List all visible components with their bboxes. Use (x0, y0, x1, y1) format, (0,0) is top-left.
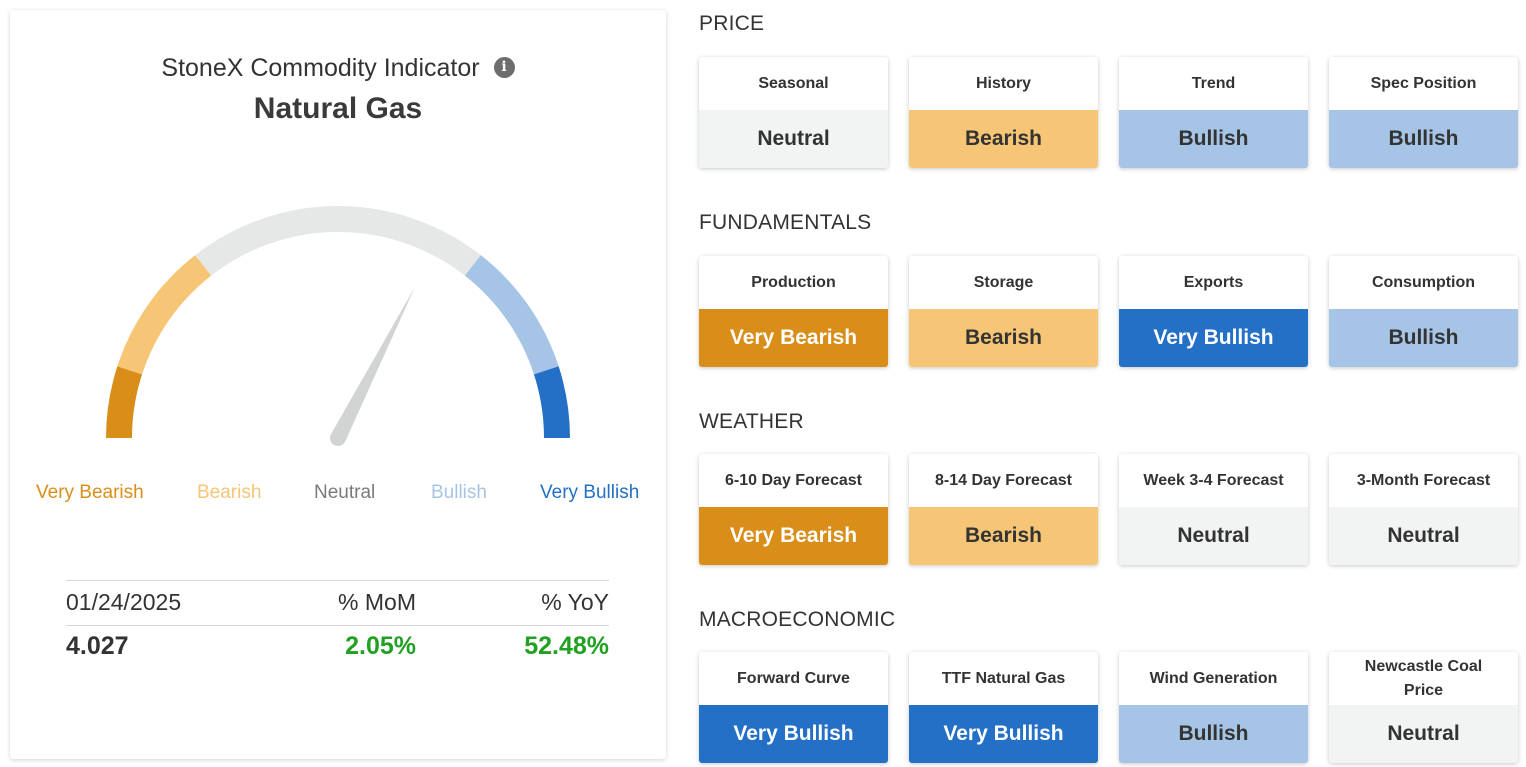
stats-mom-label: % MoM (338, 589, 416, 615)
tile-label: Spec Position (1370, 74, 1477, 92)
indicator-tile-spec-position[interactable]: Spec Position Bullish (1329, 57, 1518, 168)
legend-bearish: Bearish (197, 482, 262, 503)
tile-rating: Bullish (1329, 309, 1518, 367)
tile-label: Consumption (1371, 273, 1476, 291)
indicator-tile-trend[interactable]: Trend Bullish (1119, 57, 1308, 168)
section-title-fundamentals: FUNDAMENTALS (699, 211, 872, 234)
tile-rating: Bearish (909, 309, 1098, 367)
legend-neutral: Neutral (314, 482, 376, 503)
tile-rating: Bullish (1119, 705, 1308, 763)
legend-very-bullish: Very Bullish (540, 482, 640, 503)
stats-price: 4.027 (66, 632, 129, 660)
indicator-tile-newcastle-coal-price[interactable]: Newcastle Coal Price Neutral (1329, 652, 1518, 763)
tile-label: Storage (973, 273, 1034, 291)
section-title-macroeconomic: MACROECONOMIC (699, 608, 896, 631)
tile-label: Seasonal (758, 74, 829, 92)
stats-yoy-label: % YoY (541, 589, 609, 615)
stats-mom-value: 2.05% (345, 632, 416, 660)
gauge-needle (330, 286, 416, 442)
tile-label: Newcastle Coal Price (1364, 657, 1483, 699)
tile-rating: Bullish (1329, 110, 1518, 168)
tile-label: History (975, 74, 1032, 92)
tile-rating: Neutral (1119, 507, 1308, 565)
tile-rating: Bearish (909, 507, 1098, 565)
indicator-tile-seasonal[interactable]: Seasonal Neutral (699, 57, 888, 168)
tile-label: Production (751, 273, 836, 291)
legend-very-bearish: Very Bearish (36, 482, 144, 503)
indicator-tile-history[interactable]: History Bearish (909, 57, 1098, 168)
indicator-tile-ttf-natural-gas[interactable]: TTF Natural Gas Very Bullish (909, 652, 1098, 763)
tile-label: Wind Generation (1149, 669, 1278, 687)
tile-label: Exports (1183, 273, 1244, 291)
indicator-tile-3-month-forecast[interactable]: 3-Month Forecast Neutral (1329, 454, 1518, 565)
indicator-tile-storage[interactable]: Storage Bearish (909, 256, 1098, 367)
tile-rating: Very Bearish (699, 309, 888, 367)
indicator-tile-consumption[interactable]: Consumption Bullish (1329, 256, 1518, 367)
stats-header-row: 01/24/2025 % MoM % YoY (66, 581, 609, 625)
gauge-segment-neutral (195, 206, 481, 276)
tile-label: 6-10 Day Forecast (725, 471, 862, 489)
stats-yoy-value: 52.48% (524, 632, 609, 660)
indicator-tile-forward-curve[interactable]: Forward Curve Very Bullish (699, 652, 888, 763)
gauge-segment-bearish (117, 255, 212, 375)
price-stats: 01/24/2025 % MoM % YoY 4.027 2.05% 52.48… (66, 580, 609, 670)
tile-rating: Neutral (699, 110, 888, 168)
tile-rating: Very Bullish (699, 705, 888, 763)
sentiment-gauge (106, 206, 570, 446)
indicator-tile-production[interactable]: Production Very Bearish (699, 256, 888, 367)
tile-rating: Very Bearish (699, 507, 888, 565)
tile-rating: Neutral (1329, 507, 1518, 565)
indicator-tile-week-3-4-forecast[interactable]: Week 3-4 Forecast Neutral (1119, 454, 1308, 565)
legend-bullish: Bullish (431, 482, 487, 503)
indicator-tile-8-14-day-forecast[interactable]: 8-14 Day Forecast Bearish (909, 454, 1098, 565)
indicator-tile-exports[interactable]: Exports Very Bullish (1119, 256, 1308, 367)
tile-label: Forward Curve (737, 669, 850, 687)
tile-rating: Very Bullish (909, 705, 1098, 763)
tile-label: Trend (1191, 74, 1236, 92)
stats-values-row: 4.027 2.05% 52.48% (66, 626, 609, 670)
indicator-card: StoneX Commodity Indicator i Natural Gas … (10, 10, 666, 759)
tile-rating: Neutral (1329, 705, 1518, 763)
tile-rating: Bearish (909, 110, 1098, 168)
gauge-segment-very-bearish (106, 366, 143, 439)
section-title-price: PRICE (699, 12, 765, 35)
tile-rating: Very Bullish (1119, 309, 1308, 367)
tile-label: TTF Natural Gas (941, 669, 1066, 687)
section-title-weather: WEATHER (699, 410, 804, 433)
tile-label: Week 3-4 Forecast (1143, 471, 1284, 489)
tile-label: 8-14 Day Forecast (935, 471, 1072, 489)
stats-date: 01/24/2025 (66, 589, 182, 615)
gauge-segment-bullish (464, 255, 559, 375)
indicator-tile-6-10-day-forecast[interactable]: 6-10 Day Forecast Very Bearish (699, 454, 888, 565)
indicator-tile-wind-generation[interactable]: Wind Generation Bullish (1119, 652, 1308, 763)
tile-rating: Bullish (1119, 110, 1308, 168)
gauge-segment-very-bullish (533, 366, 570, 439)
tile-label: 3-Month Forecast (1356, 471, 1491, 489)
gauge-needle-hub (330, 430, 346, 446)
